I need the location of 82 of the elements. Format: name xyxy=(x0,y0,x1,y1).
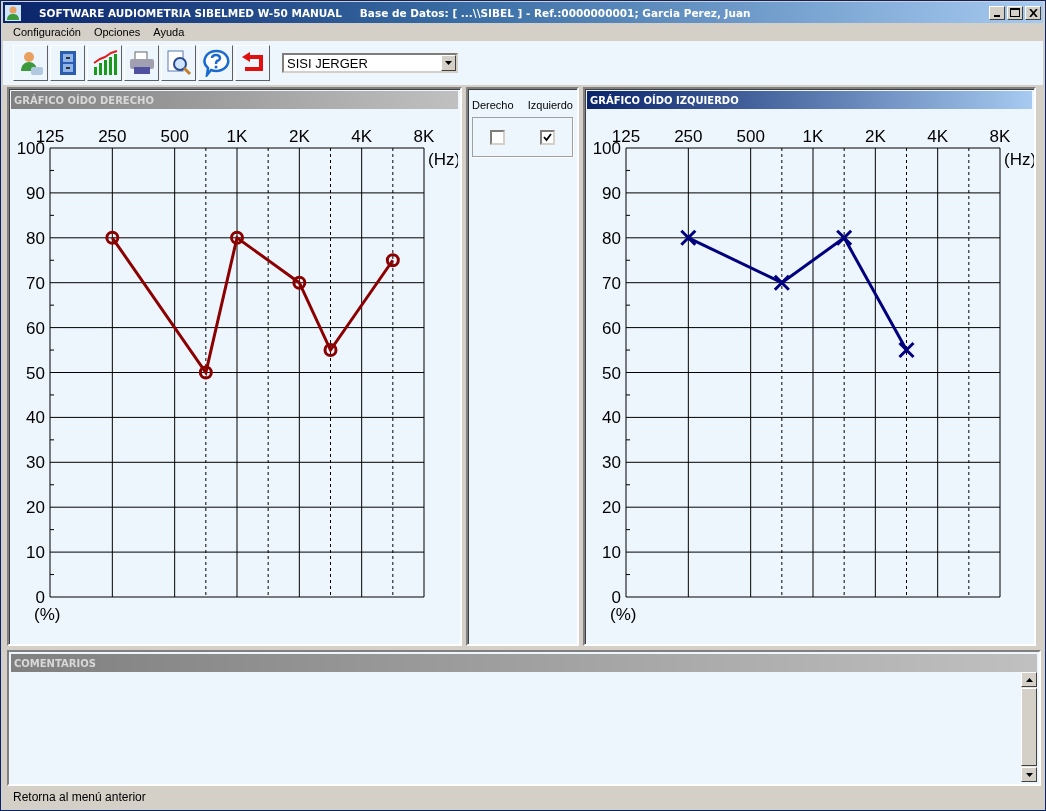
minimize-icon xyxy=(994,14,1000,17)
check-icon xyxy=(542,132,552,142)
tick-label: 90 xyxy=(602,183,621,203)
printer-icon xyxy=(127,49,156,77)
menu-item[interactable]: Opciones xyxy=(93,26,141,38)
tick-label: 30 xyxy=(602,453,621,473)
tick-label: 2K xyxy=(864,127,886,146)
tick-label: 30 xyxy=(26,453,45,473)
tick-label: 8K xyxy=(989,127,1011,146)
toolbar-button[interactable] xyxy=(50,45,85,81)
tick-label: 4K xyxy=(927,127,949,146)
tick-label: 90 xyxy=(26,183,45,203)
tick-label: 1K xyxy=(802,127,824,146)
toolbar-button[interactable] xyxy=(87,45,122,81)
data-point xyxy=(230,230,244,245)
checkbox[interactable] xyxy=(490,129,506,145)
data-point xyxy=(898,341,915,359)
tick-label: 250 xyxy=(98,127,127,146)
tick-label: 0 xyxy=(611,588,621,607)
data-point xyxy=(835,229,853,247)
up-arrow-icon xyxy=(1025,677,1033,682)
tick-label: 50 xyxy=(602,363,621,383)
tick-label: 40 xyxy=(26,408,45,428)
data-point xyxy=(323,343,338,358)
close-icon xyxy=(1028,8,1038,17)
data-point xyxy=(679,229,697,247)
caret-icon xyxy=(445,61,452,65)
tick-label: 10 xyxy=(602,543,621,563)
close-button[interactable] xyxy=(1025,5,1041,20)
data-point xyxy=(773,274,791,292)
tick-label: 250 xyxy=(674,127,703,146)
tick-label: 60 xyxy=(26,318,45,338)
data-point xyxy=(292,275,307,290)
window-subtitle: Base de Datos: [ ...\\SIBEL ] - Ref.:0000000001; Garcia Perez, Juan xyxy=(359,6,751,19)
help-icon xyxy=(201,49,230,77)
checkbox[interactable] xyxy=(539,129,555,145)
tick-label: 80 xyxy=(602,228,621,248)
tick-label: 0 xyxy=(35,588,45,607)
tick-label: 60 xyxy=(602,318,621,338)
tick-label: 40 xyxy=(602,408,621,428)
menu-item[interactable]: Configuración xyxy=(13,26,81,38)
toolbar-button[interactable] xyxy=(13,45,48,81)
minimize-button[interactable] xyxy=(989,5,1005,20)
menu-item[interactable]: Ayuda xyxy=(153,26,185,38)
scrollbar-thumb[interactable] xyxy=(1021,688,1037,766)
magnifier-icon xyxy=(164,49,193,77)
tick-label: 80 xyxy=(26,228,45,248)
tick-label: 70 xyxy=(602,273,621,293)
tick-label: 500 xyxy=(160,127,189,146)
down-arrow-icon xyxy=(1025,772,1033,777)
tick-label: 20 xyxy=(26,498,45,518)
tick-label: 4K xyxy=(351,127,373,146)
panel-header: GRÁFICO OÍDO DERECHO xyxy=(11,91,458,109)
toolbar-button[interactable] xyxy=(124,45,159,81)
data-point xyxy=(198,365,213,380)
axis-title: (%) xyxy=(34,605,61,624)
maximize-button[interactable] xyxy=(1007,5,1023,20)
panel-header: GRÁFICO OÍDO IZQUIERDO xyxy=(587,91,1032,109)
tick-label: 20 xyxy=(602,498,621,518)
app-icon xyxy=(5,4,21,21)
data-point xyxy=(385,253,400,268)
tick-label: 8K xyxy=(413,127,435,146)
ear-label: Derecho xyxy=(472,99,514,111)
test-dropdown[interactable]: SISI JERGER xyxy=(282,53,458,73)
toolbar-button[interactable] xyxy=(198,45,233,81)
tick-label: 2K xyxy=(288,127,310,146)
scroll-down-button[interactable] xyxy=(1021,767,1037,782)
tick-label: 50 xyxy=(26,363,45,383)
window-title: SOFTWARE AUDIOMETRIA SIBELMED W-50 MANUAL xyxy=(39,6,342,19)
data-point xyxy=(105,230,120,245)
tick-label: 500 xyxy=(736,127,765,146)
panel-header: COMENTARIOS xyxy=(11,654,1037,672)
axis-title: (%) xyxy=(610,605,637,624)
maximize-icon xyxy=(1010,8,1020,17)
toolbar-button[interactable] xyxy=(161,45,196,81)
tick-label: 10 xyxy=(26,543,45,563)
tick-label: 70 xyxy=(26,273,45,293)
status-text: Retorna al menú anterior xyxy=(12,789,147,806)
toolbar-button[interactable] xyxy=(235,45,270,81)
ear-label: Izquierdo xyxy=(527,99,573,111)
scroll-up-button[interactable] xyxy=(1021,672,1037,687)
tick-label: 1K xyxy=(226,127,248,146)
